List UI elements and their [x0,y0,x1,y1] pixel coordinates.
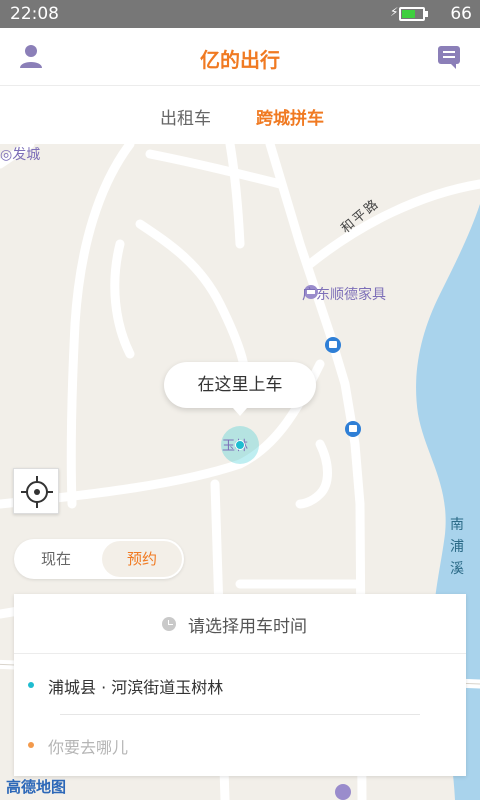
page-title: 亿的出行 [200,48,280,72]
destination-dot-icon [28,742,34,748]
clock-icon [162,617,176,631]
battery-fill [402,10,416,18]
destination-placeholder: 你要去哪儿 [48,738,129,757]
toggle-book[interactable]: 预约 [102,541,182,577]
time-select-row[interactable]: 请选择用车时间 [14,594,466,654]
status-bar: 22:08 ⚡ 66 [0,0,480,28]
tab-intercity-carpool[interactable]: 跨城拼车 [256,104,324,129]
map-poi-label: ◎发城 [0,147,41,163]
tab-taxi[interactable]: 出租车 [160,104,211,129]
pickup-bubble[interactable]: 在这里上车 [164,362,316,416]
app-header: 亿的出行 [0,28,480,86]
message-icon[interactable] [436,44,462,70]
divider [60,714,420,715]
map-attribution-logo: 高德地图 [6,778,67,796]
battery-icon: ⚡ [390,5,428,22]
charging-icon: ⚡ [390,5,399,19]
locate-button[interactable] [13,468,59,514]
map-river-label: 南浦溪 [450,517,464,577]
status-time: 22:08 [10,4,59,24]
toggle-now[interactable]: 现在 [14,539,98,579]
from-value: 浦城县 · 河滨街道玉树林 [48,678,224,697]
map-view[interactable]: ◎发城 广东顺德家具 和平路 南浦溪 在这里上车 玉林 现在 预约 请选择用车时… [0,144,480,800]
destination-field[interactable]: 你要去哪儿 [14,716,466,776]
crosshair-icon [21,476,53,508]
map-poi-furniture: 广东顺德家具 [302,287,386,303]
time-select-label: 请选择用车时间 [188,617,307,637]
pickup-pin-icon [235,440,245,450]
service-tabs: 出租车 跨城拼车 [0,86,480,144]
trip-panel: 请选择用车时间 浦城县 · 河滨街道玉树林 你要去哪儿 [14,594,466,776]
battery-level: 66 [450,4,472,24]
origin-dot-icon [28,682,34,688]
from-field[interactable]: 浦城县 · 河滨街道玉树林 [14,654,466,716]
time-mode-toggle: 现在 预约 [14,539,184,579]
